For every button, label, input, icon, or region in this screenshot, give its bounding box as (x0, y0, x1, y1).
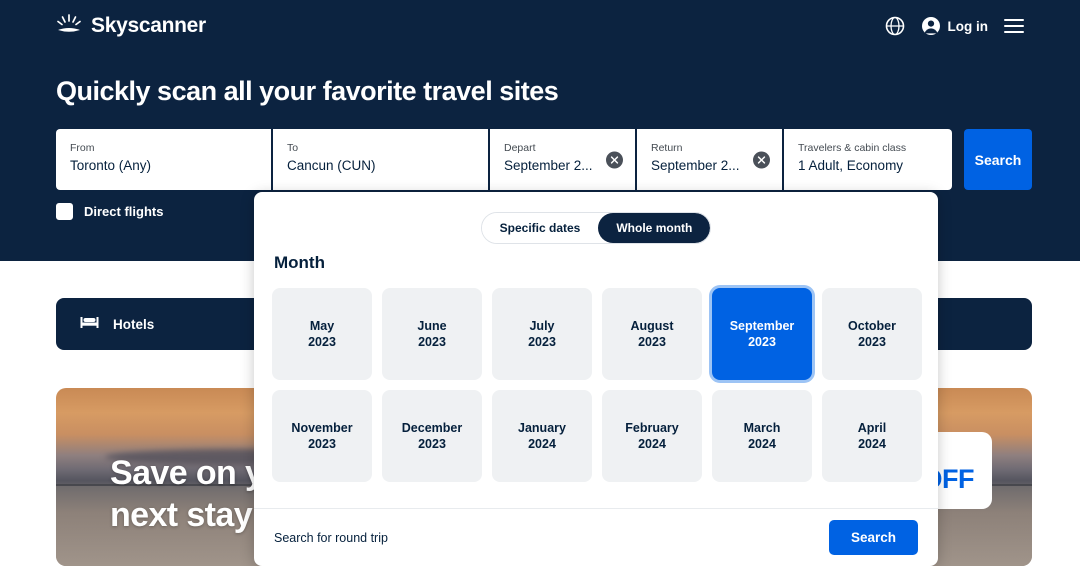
trip-type-note: Search for round trip (274, 530, 388, 545)
return-value: September 2... (651, 158, 740, 173)
bed-icon (80, 314, 99, 334)
panel-footer: Search for round trip Search (254, 508, 938, 566)
month-tile[interactable]: October 2023 (822, 288, 922, 380)
month-name: December (401, 421, 463, 435)
destination-value: Cancun (CUN) (287, 158, 376, 173)
depart-date-field[interactable]: Depart September 2... (490, 129, 635, 190)
month-name: February (625, 421, 679, 435)
month-section-title: Month (274, 253, 325, 272)
brand-logo[interactable]: Skyscanner (56, 14, 206, 38)
month-name: January (518, 421, 566, 435)
hotels-label: Hotels (113, 316, 155, 332)
depart-clear-icon[interactable] (606, 151, 623, 168)
month-year: 2023 (308, 437, 336, 451)
month-tile-selected[interactable]: September 2023 (712, 288, 812, 380)
month-tile[interactable]: July 2023 (492, 288, 592, 380)
month-name: July (529, 319, 555, 333)
month-name: October (848, 319, 896, 333)
month-year: 2023 (858, 335, 886, 349)
month-year: 2023 (528, 335, 556, 349)
month-tile[interactable]: May 2023 (272, 288, 372, 380)
month-year: 2024 (528, 437, 556, 451)
login-button[interactable]: Log in (921, 16, 989, 36)
month-name: May (309, 319, 335, 333)
month-name: April (857, 421, 887, 435)
panel-search-button[interactable]: Search (828, 520, 918, 555)
tab-specific-dates[interactable]: Specific dates (481, 213, 599, 243)
travelers-value: 1 Adult, Economy (798, 158, 904, 173)
direct-flights-label: Direct flights (84, 204, 164, 219)
whole-month-date-panel: Specific dates Whole month Month May 202… (254, 192, 938, 566)
skyscanner-homepage: Skyscanner Log in Quickly scan all your … (0, 0, 1080, 566)
depart-value: September 2... (504, 158, 593, 173)
top-navbar: Skyscanner Log in (0, 0, 1080, 52)
month-tile[interactable]: March 2024 (712, 390, 812, 482)
month-year: 2023 (308, 335, 336, 349)
month-name: June (417, 319, 447, 333)
return-date-field[interactable]: Return September 2... (637, 129, 782, 190)
page-title: Quickly scan all your favorite travel si… (56, 76, 559, 106)
travelers-label: Travelers & cabin class (798, 142, 907, 154)
travelers-field[interactable]: Travelers & cabin class 1 Adult, Economy (784, 129, 952, 190)
depart-label: Depart (504, 142, 536, 154)
direct-flights-checkbox[interactable] (56, 203, 73, 220)
login-label: Log in (947, 18, 989, 34)
month-tile[interactable]: February 2024 (602, 390, 702, 482)
tab-whole-month[interactable]: Whole month (598, 213, 711, 243)
month-name: September (729, 319, 795, 333)
month-name: August (630, 319, 674, 333)
account-icon (921, 16, 941, 36)
month-year: 2023 (638, 335, 666, 349)
month-name: March (743, 421, 781, 435)
month-year: 2024 (748, 437, 776, 451)
return-clear-icon[interactable] (753, 151, 770, 168)
month-tile[interactable]: August 2023 (602, 288, 702, 380)
search-button[interactable]: Search (964, 129, 1032, 190)
date-mode-toggle-wrap: Specific dates Whole month (254, 192, 938, 244)
navbar-actions: Log in (885, 16, 1024, 36)
globe-icon[interactable] (885, 16, 905, 36)
month-year: 2023 (418, 335, 446, 349)
month-tile[interactable]: April 2024 (822, 390, 922, 482)
month-tile[interactable]: January 2024 (492, 390, 592, 482)
month-tile[interactable]: November 2023 (272, 390, 372, 482)
date-mode-toggle: Specific dates Whole month (480, 212, 712, 244)
origin-value: Toronto (Any) (70, 158, 152, 173)
month-grid: May 2023 June 2023 July 2023 August 2023… (272, 288, 922, 482)
month-tile[interactable]: December 2023 (382, 390, 482, 482)
destination-label: To (287, 142, 299, 154)
skyscanner-sun-icon (56, 14, 82, 38)
month-year: 2024 (638, 437, 666, 451)
month-year: 2024 (858, 437, 886, 451)
flight-search-bar: From Toronto (Any) To Cancun (CUN) Depar… (56, 129, 1032, 190)
month-year: 2023 (748, 335, 776, 349)
destination-field[interactable]: To Cancun (CUN) (273, 129, 488, 190)
origin-label: From (70, 142, 95, 154)
brand-name: Skyscanner (91, 14, 206, 37)
origin-field[interactable]: From Toronto (Any) (56, 129, 271, 190)
month-tile[interactable]: June 2023 (382, 288, 482, 380)
hamburger-menu-icon[interactable] (1004, 19, 1024, 33)
return-label: Return (651, 142, 683, 154)
month-name: November (291, 421, 353, 435)
month-year: 2023 (418, 437, 446, 451)
direct-flights-row[interactable]: Direct flights (56, 203, 163, 220)
